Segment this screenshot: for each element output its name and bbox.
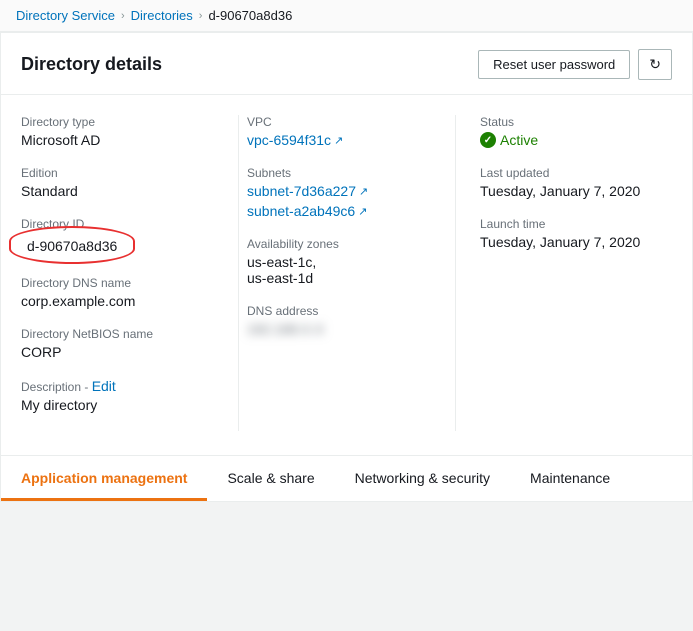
tab-application-management[interactable]: Application management [1,456,207,501]
external-link-icon-subnet2: ↗ [358,205,367,218]
detail-directory-id: Directory ID d-90670a8d36 [21,217,214,258]
detail-last-updated: Last updated Tuesday, January 7, 2020 [480,166,648,199]
tab-maintenance[interactable]: Maintenance [510,456,630,501]
detail-label-subnets: Subnets [247,166,431,180]
external-link-icon-vpc: ↗ [334,134,343,147]
detail-label-dns-name: Directory DNS name [21,276,214,290]
detail-label-az: Availability zones [247,237,431,251]
detail-label-launch-time: Launch time [480,217,648,231]
detail-value-dns-name: corp.example.com [21,293,214,309]
detail-value-status: ✓ Active [480,132,648,148]
reset-user-password-button[interactable]: Reset user password [478,50,630,79]
detail-label-status: Status [480,115,648,129]
breadcrumb-directory-service[interactable]: Directory Service [16,8,115,23]
detail-value-netbios: CORP [21,344,214,360]
details-col-1: Directory type Microsoft AD Edition Stan… [21,115,238,431]
breadcrumb: Directory Service › Directories › d-9067… [0,0,693,32]
tab-scale-share[interactable]: Scale & share [207,456,334,501]
details-header: Directory details Reset user password ↻ [1,33,692,95]
detail-value-directory-id: d-90670a8d36 [27,238,117,254]
tabs-bar: Application management Scale & share Net… [1,455,692,501]
detail-label-edition: Edition [21,166,214,180]
detail-edition: Edition Standard [21,166,214,199]
page-title: Directory details [21,54,162,75]
detail-netbios: Directory NetBIOS name CORP [21,327,214,360]
detail-label-description: Description - Edit [21,378,214,394]
detail-description: Description - Edit My directory [21,378,214,413]
detail-label-directory-type: Directory type [21,115,214,129]
details-col-3: Status ✓ Active Last updated Tuesday, Ja… [455,115,672,431]
detail-label-netbios: Directory NetBIOS name [21,327,214,341]
refresh-icon: ↻ [649,56,661,72]
detail-value-launch-time: Tuesday, January 7, 2020 [480,234,648,250]
detail-value-vpc[interactable]: vpc-6594f31c ↗ [247,132,343,148]
status-check-icon: ✓ [480,132,496,148]
detail-dns-name: Directory DNS name corp.example.com [21,276,214,309]
breadcrumb-sep-2: › [199,10,203,22]
detail-value-description: My directory [21,397,214,413]
external-link-icon-subnet1: ↗ [359,185,368,198]
header-actions: Reset user password ↻ [478,49,672,80]
detail-launch-time: Launch time Tuesday, January 7, 2020 [480,217,648,250]
refresh-button[interactable]: ↻ [638,49,672,80]
detail-label-directory-id: Directory ID [21,217,214,231]
detail-value-az: us-east-1c,us-east-1d [247,254,431,286]
detail-subnets: Subnets subnet-7d36a227 ↗ subnet-a2ab49c… [247,166,431,219]
detail-value-directory-type: Microsoft AD [21,132,214,148]
detail-value-subnet-2[interactable]: subnet-a2ab49c6 ↗ [247,203,367,219]
detail-label-vpc: VPC [247,115,431,129]
detail-value-subnet-1[interactable]: subnet-7d36a227 ↗ [247,183,368,199]
detail-label-last-updated: Last updated [480,166,648,180]
breadcrumb-sep-1: › [121,10,125,22]
breadcrumb-directories[interactable]: Directories [131,8,193,23]
main-content: Directory details Reset user password ↻ … [0,32,693,502]
details-col-2: VPC vpc-6594f31c ↗ Subnets subnet-7d36a2… [238,115,455,431]
detail-vpc: VPC vpc-6594f31c ↗ [247,115,431,148]
detail-value-dns-address: 192.168.X.X [247,321,347,337]
tab-networking-security[interactable]: Networking & security [335,456,510,501]
edit-description-link[interactable]: Edit [92,378,116,394]
details-grid: Directory type Microsoft AD Edition Stan… [1,95,692,455]
detail-dns-address: DNS address 192.168.X.X [247,304,431,337]
status-active-label: Active [500,132,538,148]
detail-directory-type: Directory type Microsoft AD [21,115,214,148]
detail-status: Status ✓ Active [480,115,648,148]
detail-value-edition: Standard [21,183,214,199]
detail-value-last-updated: Tuesday, January 7, 2020 [480,183,648,199]
breadcrumb-current: d-90670a8d36 [208,8,292,23]
detail-az: Availability zones us-east-1c,us-east-1d [247,237,431,286]
detail-label-dns-address: DNS address [247,304,431,318]
